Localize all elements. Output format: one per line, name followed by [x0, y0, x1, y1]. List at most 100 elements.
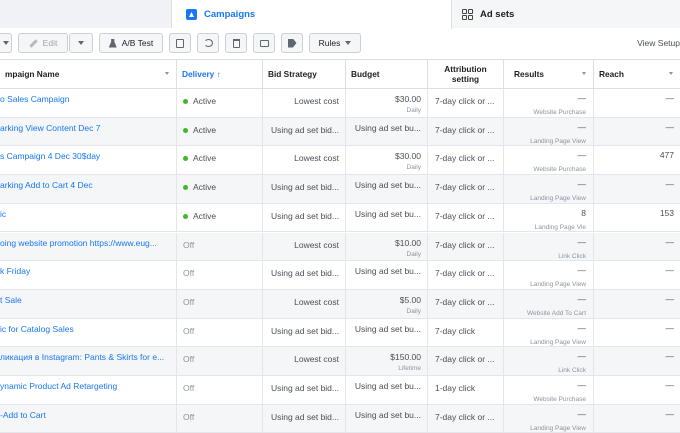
bid-strategy-value: Using ad set bid...: [263, 376, 346, 405]
budget-amount: Using ad set bu...: [354, 180, 421, 191]
reach-value: —: [665, 93, 675, 103]
preview-button[interactable]: [253, 33, 275, 53]
reach-value: 153: [659, 207, 674, 218]
campaign-name-link[interactable]: ic: [0, 203, 177, 233]
campaign-name-link[interactable]: s Campaign 4 Dec 30$day: [0, 146, 177, 176]
active-status-dot: [183, 156, 188, 162]
delivery-status-label: Off: [183, 296, 195, 307]
table-row[interactable]: arking View Content Dec 7 Active Using ad …: [0, 117, 680, 147]
budget-value[interactable]: Using ad set bu...: [346, 376, 428, 405]
budget-value[interactable]: $5.00 Daily: [346, 289, 428, 319]
column-header-results[interactable]: Results: [504, 60, 594, 88]
bid-strategy-value: Using ad set bid...: [263, 175, 346, 204]
table-row[interactable]: ic for Catalog Sales Off Using ad set bid.…: [0, 318, 680, 348]
create-dropdown-button[interactable]: [0, 33, 12, 53]
campaign-name-link[interactable]: k Friday: [0, 261, 177, 290]
ab-test-label: A/B Test: [121, 38, 154, 48]
table-row[interactable]: ликация в Instagram: Pants & Skirts for …: [0, 347, 680, 376]
column-header-attribution[interactable]: Attribution setting: [428, 60, 504, 88]
duplicate-button[interactable]: [169, 33, 191, 53]
results-type: Landing Page View: [530, 424, 586, 432]
campaign-name-link[interactable]: ic for Catalog Sales: [0, 318, 177, 348]
edit-button[interactable]: Edit: [18, 33, 68, 53]
table-row[interactable]: -Add to Cart Off Using ad set bid... Using …: [0, 404, 680, 433]
budget-value[interactable]: Using ad set bu...: [346, 117, 428, 147]
column-header-bid-strategy-label: Bid Strategy: [268, 69, 317, 79]
results-number: —: [577, 351, 587, 362]
column-header-attribution-label-2: setting: [451, 74, 480, 84]
campaign-name-link[interactable]: arking Add to Cart 4 Dec: [0, 175, 177, 204]
results-number: —: [577, 236, 587, 247]
chevron-down-icon: [2, 41, 9, 45]
budget-value[interactable]: Using ad set bu...: [346, 404, 428, 433]
table-row[interactable]: o Sales Campaign Active Lowest cost $30.00 D…: [0, 89, 680, 118]
budget-value[interactable]: $30.00 Daily: [346, 146, 428, 176]
budget-amount: Using ad set bu...: [354, 323, 421, 334]
tab-adsets[interactable]: Ad sets: [452, 0, 680, 28]
budget-value[interactable]: $150.00 Lifetime: [346, 347, 428, 376]
delete-button[interactable]: [225, 33, 247, 53]
attribution-value: 7-day click or ...: [428, 117, 504, 147]
table-row[interactable]: k Friday Off Using ad set bid... Using ad s…: [0, 261, 680, 290]
campaign-name-link[interactable]: oing website promotion https://www.eug..…: [0, 232, 177, 262]
campaign-name-link[interactable]: o Sales Campaign: [0, 89, 177, 118]
rules-label: Rules: [318, 38, 341, 48]
column-header-reach-label: Reach: [599, 69, 624, 79]
tab-account[interactable]: [0, 0, 172, 28]
campaign-name-link[interactable]: t Sale: [0, 289, 177, 319]
table-row[interactable]: s Campaign 4 Dec 30$day Active Lowest cost…: [0, 146, 680, 176]
results-value: — Website Purchase: [504, 146, 594, 176]
results-number: —: [577, 408, 587, 419]
attribution-value: 7-day click: [428, 318, 504, 348]
reach-value: —: [665, 351, 675, 362]
table-row[interactable]: oing website promotion https://www.eug..…: [0, 232, 680, 262]
tab-campaigns[interactable]: Campaigns: [172, 0, 452, 29]
delivery-status: Off: [177, 232, 263, 262]
results-number: —: [577, 121, 587, 132]
active-status-dot: [183, 127, 188, 133]
delivery-status: Off: [177, 404, 263, 433]
view-setup-link[interactable]: View Setup: [637, 38, 680, 48]
column-header-reach[interactable]: Reach: [594, 60, 680, 88]
budget-value[interactable]: $30.00 Daily: [346, 89, 428, 118]
tag-icon: [287, 38, 297, 48]
budget-value[interactable]: Using ad set bu...: [346, 175, 428, 204]
budget-value[interactable]: Using ad set bu...: [346, 318, 428, 348]
bid-strategy-value: Using ad set bid...: [263, 261, 346, 290]
campaign-name-link[interactable]: ynamic Product Ad Retargeting: [0, 376, 177, 405]
results-value: 8 Landing Page Vie: [504, 203, 594, 233]
delivery-status-label: Active: [193, 153, 217, 164]
bid-strategy-value: Using ad set bid...: [263, 203, 346, 233]
campaign-name-link[interactable]: ликация в Instagram: Pants & Skirts for …: [0, 347, 177, 376]
reach-value: —: [665, 121, 675, 132]
campaign-name-link[interactable]: arking View Content Dec 7: [0, 117, 177, 147]
reach-value: —: [665, 236, 675, 247]
budget-period: Daily: [406, 250, 421, 258]
attribution-value: 7-day click or ...: [428, 232, 504, 262]
table-row[interactable]: ic Active Using ad set bid... Using ad set …: [0, 203, 680, 233]
preview-icon: [259, 39, 269, 47]
edit-label: Edit: [42, 38, 58, 48]
column-header-bid-strategy[interactable]: Bid Strategy: [263, 60, 346, 88]
rules-button[interactable]: Rules: [309, 33, 361, 53]
reach-value: —: [665, 293, 675, 304]
budget-value[interactable]: Using ad set bu...: [346, 261, 428, 290]
grid-icon: [462, 8, 473, 20]
sort-icon: [582, 72, 586, 75]
table-row[interactable]: arking Add to Cart 4 Dec Active Using ad s…: [0, 175, 680, 204]
attribution-value: 7-day click or ...: [428, 404, 504, 433]
campaign-name-link[interactable]: -Add to Cart: [0, 404, 177, 433]
table-row[interactable]: ynamic Product Ad Retargeting Off Using ad…: [0, 376, 680, 405]
table-row[interactable]: t Sale Off Lowest cost $5.00 Daily 7-day clic…: [0, 289, 680, 319]
results-type: Landing Page View: [530, 195, 586, 203]
budget-value[interactable]: Using ad set bu...: [346, 203, 428, 233]
ab-test-button[interactable]: A/B Test: [99, 33, 163, 53]
column-header-budget[interactable]: Budget: [346, 60, 428, 88]
budget-value[interactable]: $10.00 Daily: [346, 232, 428, 262]
edit-dropdown-button[interactable]: [69, 33, 93, 53]
undo-button[interactable]: [197, 33, 219, 53]
tag-button[interactable]: [281, 33, 303, 53]
column-header-name[interactable]: mpaign Name: [0, 60, 177, 88]
attribution-value: 7-day click or ...: [428, 89, 504, 118]
column-header-delivery[interactable]: Delivery ↑: [177, 60, 263, 88]
